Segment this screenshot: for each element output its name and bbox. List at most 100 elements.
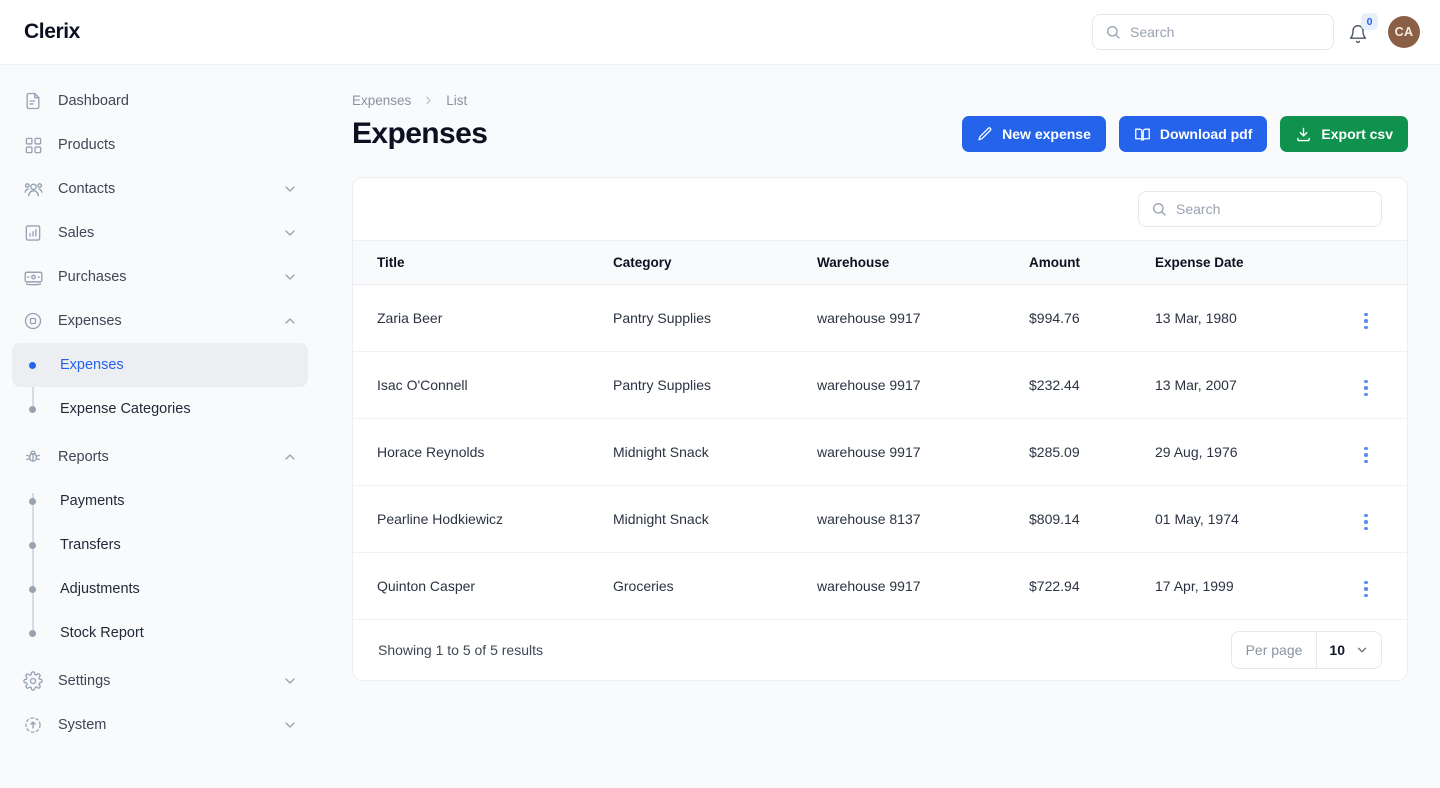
- cell-title: Pearline Hodkiewicz: [353, 485, 613, 553]
- breadcrumb: Expenses List: [352, 93, 1408, 108]
- bullet-icon: [29, 585, 36, 593]
- global-search[interactable]: [1092, 14, 1334, 50]
- chevron-down-icon: [1355, 643, 1369, 657]
- top-bar-right: 0 CA: [1092, 13, 1420, 50]
- cell-date: 01 May, 1974: [1155, 485, 1325, 553]
- cell-title: Zaria Beer: [353, 284, 613, 352]
- per-page-value: 10: [1329, 642, 1345, 658]
- expenses-table-card: Title Category Warehouse Amount Expense …: [352, 177, 1408, 681]
- column-header-amount[interactable]: Amount: [1029, 240, 1155, 285]
- sidebar-item-label: Contacts: [58, 181, 116, 197]
- sidebar-item-system[interactable]: System: [12, 703, 308, 747]
- row-menu-icon[interactable]: [1360, 443, 1372, 468]
- breadcrumb-parent[interactable]: Expenses: [352, 93, 411, 108]
- sidebar-item-contacts[interactable]: Contacts: [12, 167, 308, 211]
- sidebar-item-expenses[interactable]: Expenses: [12, 299, 308, 343]
- users-icon: [22, 178, 44, 200]
- per-page-control[interactable]: Per page 10: [1230, 631, 1382, 669]
- bullet-icon: [29, 361, 36, 369]
- system-icon: [22, 714, 44, 736]
- table-search[interactable]: [1138, 191, 1382, 227]
- cell-amount: $232.44: [1029, 351, 1155, 419]
- table-search-input[interactable]: [1176, 201, 1369, 217]
- table-row[interactable]: Isac O'Connell Pantry Supplies warehouse…: [353, 351, 1407, 419]
- chevron-down-icon[interactable]: [282, 269, 298, 285]
- column-header-category[interactable]: Category: [613, 240, 817, 285]
- per-page-select[interactable]: 10: [1317, 632, 1381, 668]
- main-content: Expenses List Expenses New expense Downl…: [320, 65, 1440, 788]
- table-row[interactable]: Horace Reynolds Midnight Snack warehouse…: [353, 418, 1407, 486]
- chevron-down-icon[interactable]: [282, 717, 298, 733]
- card-icon: [22, 266, 44, 288]
- sidebar-item-dashboard[interactable]: Dashboard: [12, 79, 308, 123]
- cell-warehouse: warehouse 9917: [817, 351, 1029, 419]
- cell-date: 13 Mar, 1980: [1155, 284, 1325, 352]
- sidebar-item-settings[interactable]: Settings: [12, 659, 308, 703]
- expenses-table: Title Category Warehouse Amount Expense …: [353, 240, 1407, 620]
- sidebar-subitem-transfers[interactable]: Transfers: [12, 523, 308, 567]
- table-head: Title Category Warehouse Amount Expense …: [353, 240, 1407, 285]
- search-icon: [1105, 24, 1121, 40]
- cell-title: Quinton Casper: [353, 552, 613, 620]
- notification-badge: 0: [1361, 13, 1378, 30]
- reports-subnav: Payments Transfers Adjustments Stock Rep…: [12, 479, 308, 655]
- table-footer: Showing 1 to 5 of 5 results Per page 10: [353, 620, 1407, 680]
- export-csv-button[interactable]: Export csv: [1280, 116, 1408, 152]
- sidebar-subitem-adjustments[interactable]: Adjustments: [12, 567, 308, 611]
- row-menu-icon[interactable]: [1360, 577, 1372, 602]
- sidebar-subitem-label: Expense Categories: [60, 401, 191, 417]
- document-icon: [22, 90, 44, 112]
- book-icon: [1134, 126, 1151, 143]
- bullet-icon: [29, 541, 36, 549]
- gear-icon: [22, 670, 44, 692]
- chevron-down-icon[interactable]: [282, 673, 298, 689]
- cell-warehouse: warehouse 8137: [817, 485, 1029, 553]
- sidebar-subitem-expense-categories[interactable]: Expense Categories: [12, 387, 308, 431]
- table-row[interactable]: Pearline Hodkiewicz Midnight Snack wareh…: [353, 485, 1407, 553]
- sidebar-item-label: Expenses: [58, 313, 122, 329]
- sidebar-item-label: Sales: [58, 225, 95, 241]
- download-pdf-button[interactable]: Download pdf: [1118, 116, 1268, 152]
- bug-icon: [22, 446, 44, 468]
- sidebar-subitem-payments[interactable]: Payments: [12, 479, 308, 523]
- chevron-right-icon: [422, 94, 435, 107]
- chevron-up-icon[interactable]: [282, 449, 298, 465]
- download-pdf-label: Download pdf: [1159, 126, 1253, 142]
- row-menu-icon[interactable]: [1360, 309, 1372, 334]
- sidebar: Dashboard Products Contacts Sales Purcha…: [0, 65, 320, 788]
- search-input[interactable]: [1130, 24, 1321, 40]
- chevron-down-icon[interactable]: [282, 181, 298, 197]
- sidebar-subitem-label: Adjustments: [60, 581, 140, 597]
- sidebar-item-sales[interactable]: Sales: [12, 211, 308, 255]
- sidebar-item-reports[interactable]: Reports: [12, 435, 308, 479]
- row-menu-icon[interactable]: [1360, 510, 1372, 535]
- sidebar-item-label: Dashboard: [58, 93, 129, 109]
- column-header-title[interactable]: Title: [353, 240, 613, 285]
- sidebar-subitem-expenses[interactable]: Expenses: [12, 343, 308, 387]
- sidebar-subitem-stock-report[interactable]: Stock Report: [12, 611, 308, 655]
- notifications-button[interactable]: 0: [1348, 13, 1378, 47]
- chevron-down-icon[interactable]: [282, 225, 298, 241]
- avatar[interactable]: CA: [1388, 16, 1420, 48]
- page-header: Expenses New expense Download pdf Export…: [352, 116, 1408, 152]
- table-body: Zaria Beer Pantry Supplies warehouse 991…: [353, 284, 1407, 620]
- new-expense-label: New expense: [1002, 126, 1091, 142]
- chevron-up-icon[interactable]: [282, 313, 298, 329]
- sidebar-item-purchases[interactable]: Purchases: [12, 255, 308, 299]
- sidebar-subitem-label: Expenses: [60, 357, 124, 373]
- export-csv-label: Export csv: [1321, 126, 1393, 142]
- row-menu-icon[interactable]: [1360, 376, 1372, 401]
- cell-category: Pantry Supplies: [613, 351, 817, 419]
- expenses-subnav: Expenses Expense Categories: [12, 343, 308, 431]
- cell-category: Midnight Snack: [613, 418, 817, 486]
- cell-actions: [1325, 284, 1407, 352]
- column-header-expense-date[interactable]: Expense Date: [1155, 240, 1325, 285]
- top-bar: Clerix 0 CA: [0, 0, 1440, 65]
- table-row[interactable]: Zaria Beer Pantry Supplies warehouse 991…: [353, 284, 1407, 352]
- sidebar-item-products[interactable]: Products: [12, 123, 308, 167]
- new-expense-button[interactable]: New expense: [962, 116, 1106, 152]
- cell-amount: $285.09: [1029, 418, 1155, 486]
- column-header-warehouse[interactable]: Warehouse: [817, 240, 1029, 285]
- table-row[interactable]: Quinton Casper Groceries warehouse 9917 …: [353, 552, 1407, 620]
- sidebar-item-label: System: [58, 717, 107, 733]
